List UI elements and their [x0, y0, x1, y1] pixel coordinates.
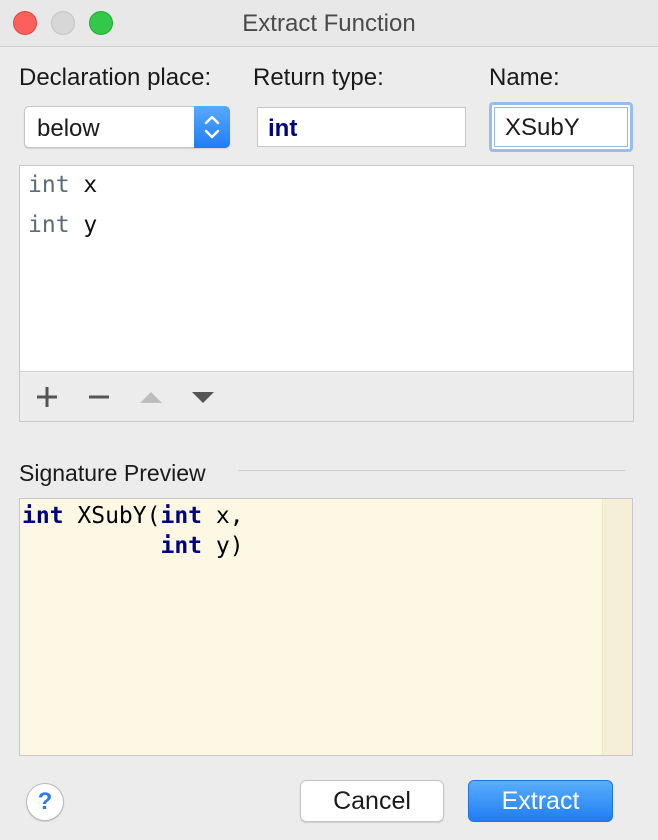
parameter-name: y: [83, 212, 98, 238]
keyword: int: [160, 503, 203, 529]
return-type-label: Return type:: [253, 64, 384, 91]
cancel-button[interactable]: Cancel: [300, 780, 444, 822]
parameter-row[interactable]: int y: [28, 212, 97, 242]
stepper-icon: [194, 106, 230, 148]
preview-line-1: int XSubY(int x,: [22, 503, 244, 529]
declaration-place-select[interactable]: below: [24, 106, 230, 148]
window-title: Extract Function: [242, 10, 416, 37]
parameter-name: x: [83, 172, 98, 198]
add-icon[interactable]: [34, 384, 60, 410]
parameter-row[interactable]: int x: [28, 172, 97, 202]
parameters-toolbar: [20, 371, 633, 421]
preview-line-2: int y): [22, 533, 244, 559]
move-down-icon[interactable]: [190, 384, 216, 410]
parameter-type: int: [28, 172, 70, 198]
move-up-icon[interactable]: [138, 384, 164, 410]
name-label: Name:: [489, 64, 560, 91]
keyword: int: [22, 503, 64, 529]
preview-gutter: [602, 499, 632, 755]
help-button[interactable]: ?: [26, 783, 64, 821]
return-type-field[interactable]: int: [257, 107, 466, 147]
extract-button[interactable]: Extract: [468, 780, 613, 822]
signature-preview-label: Signature Preview: [19, 460, 206, 486]
signature-preview: int XSubY(int x, int y): [19, 498, 633, 756]
code-text: y): [202, 533, 244, 559]
code-text: x,: [202, 503, 244, 529]
return-type-value: int: [268, 115, 298, 142]
parameter-type: int: [28, 212, 70, 238]
code-text: XSubY(: [63, 503, 161, 529]
keyword: int: [160, 533, 203, 559]
declaration-place-label: Declaration place:: [19, 64, 212, 91]
function-name-input[interactable]: XSubY: [494, 107, 628, 147]
function-name-field[interactable]: XSubY: [489, 102, 633, 152]
parameters-table[interactable]: int x int y: [19, 165, 634, 422]
remove-icon[interactable]: [86, 384, 112, 410]
title-bar: Extract Function: [0, 0, 658, 47]
section-divider: [238, 470, 625, 471]
declaration-place-value: below: [37, 115, 100, 142]
function-name-value: XSubY: [505, 114, 580, 141]
